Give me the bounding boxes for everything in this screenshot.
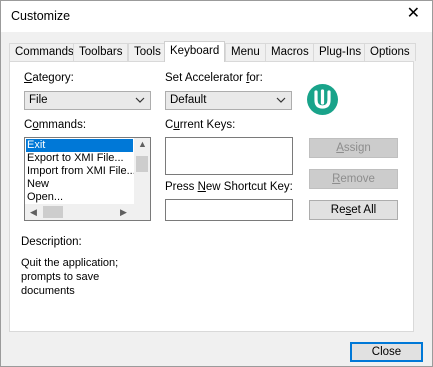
close-button[interactable]: Close xyxy=(350,342,423,362)
chevron-down-icon xyxy=(135,97,145,103)
customize-dialog: Customize ✕ Commands Toolbars Tools Keyb… xyxy=(0,0,433,367)
current-keys-label: Current Keys: xyxy=(165,119,236,131)
assign-button[interactable]: Assign xyxy=(309,138,398,158)
app-logo-icon xyxy=(307,84,338,115)
list-item[interactable]: Open... xyxy=(27,191,63,204)
chevron-right-icon[interactable]: ▶ xyxy=(120,207,127,218)
accelerator-label: Set Accelerator for: xyxy=(165,72,263,84)
new-shortcut-input[interactable] xyxy=(165,199,293,221)
commands-listbox[interactable]: Exit Export to XMI File... Import from X… xyxy=(24,137,151,221)
chevron-up-icon[interactable]: ▲ xyxy=(138,139,147,149)
tab-options[interactable]: Options xyxy=(364,43,416,61)
new-shortcut-label: Press New Shortcut Key: xyxy=(165,181,293,193)
chevron-left-icon[interactable]: ◀ xyxy=(30,207,37,218)
tab-plug-ins[interactable]: Plug-Ins xyxy=(313,43,368,61)
list-item[interactable]: Exit xyxy=(26,139,133,152)
category-label: Category: xyxy=(24,72,74,84)
close-icon[interactable]: ✕ xyxy=(407,6,420,22)
description-text: Quit the application; prompts to save do… xyxy=(21,257,119,297)
scroll-thumb[interactable] xyxy=(43,206,63,218)
tab-macros[interactable]: Macros xyxy=(265,43,315,61)
horizontal-scrollbar[interactable]: ◀ ▶ xyxy=(25,204,134,220)
tab-menu[interactable]: Menu xyxy=(225,43,266,61)
list-item[interactable]: Import from XMI File... xyxy=(27,165,136,178)
chevron-down-icon xyxy=(276,97,286,103)
scroll-corner xyxy=(134,204,150,220)
category-dropdown[interactable]: File xyxy=(24,91,151,110)
tab-keyboard[interactable]: Keyboard xyxy=(164,41,226,62)
scroll-thumb[interactable] xyxy=(136,156,148,172)
vertical-scrollbar[interactable]: ▲ xyxy=(134,138,150,204)
list-item[interactable]: New xyxy=(27,178,49,191)
tab-commands[interactable]: Commands xyxy=(9,43,80,61)
tab-tools[interactable]: Tools xyxy=(128,43,167,61)
remove-button[interactable]: Remove xyxy=(309,169,398,189)
title-bar: Customize ✕ xyxy=(1,1,432,32)
current-keys-list[interactable] xyxy=(165,137,293,175)
accelerator-value: Default xyxy=(170,94,207,106)
list-item[interactable]: Export to XMI File... xyxy=(27,152,124,165)
accelerator-dropdown[interactable]: Default xyxy=(165,91,292,110)
tab-toolbars[interactable]: Toolbars xyxy=(73,43,129,61)
window-title: Customize xyxy=(11,9,71,23)
reset-all-button[interactable]: Reset All xyxy=(309,200,398,220)
commands-label: Commands: xyxy=(24,119,87,131)
description-label: Description: xyxy=(21,236,82,248)
category-value: File xyxy=(29,94,48,106)
